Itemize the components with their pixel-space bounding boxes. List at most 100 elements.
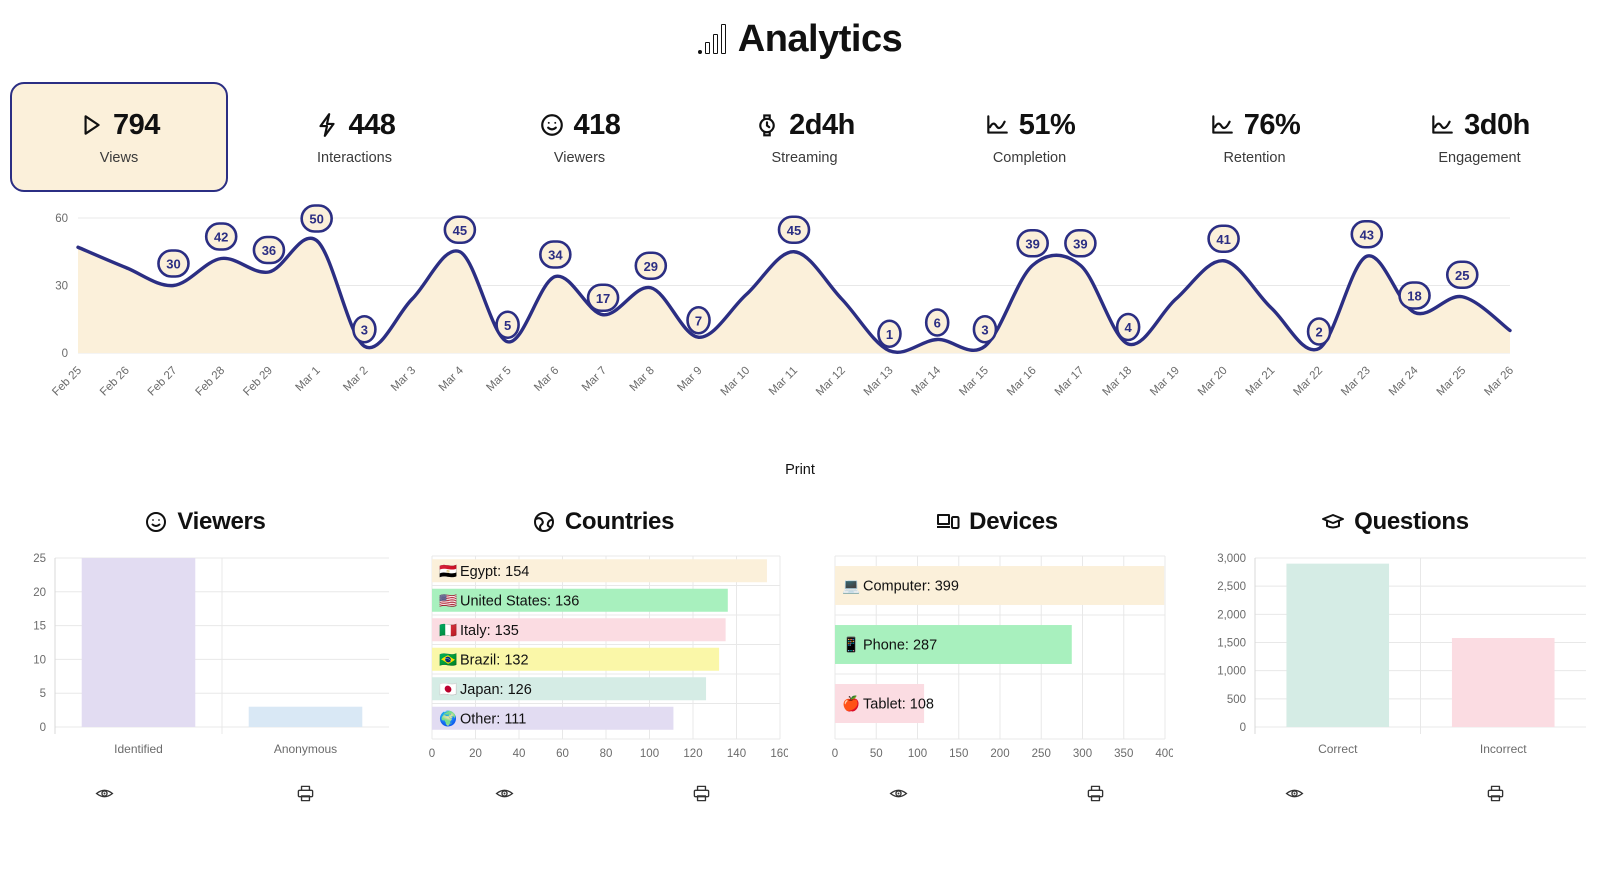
countries-footer — [406, 784, 800, 803]
data-point-label: 18 — [1398, 281, 1431, 310]
devices-print-button[interactable] — [997, 784, 1194, 803]
bar-value-label: Egypt: 154 — [460, 564, 529, 580]
x-tick-label: Mar 5 — [484, 365, 513, 394]
x-tick-label: Feb 25 — [50, 365, 84, 399]
stats-row: 794 Views 448 Interactions 418 Viewers 2… — [0, 82, 1600, 192]
country-flag-icon: 🇯🇵 — [439, 681, 457, 698]
country-flag-icon: 🇪🇬 — [439, 563, 457, 580]
data-point-label: 34 — [539, 240, 572, 269]
panel-title-countries: Countries — [532, 508, 674, 536]
data-point-label: 45 — [443, 215, 477, 245]
panel-questions: Questions 0 500 1,000 1,500 2,000 2,500 3,000 C… — [1194, 508, 1596, 808]
bar-value-label: United States: 136 — [460, 593, 579, 609]
bar-chart-icon — [697, 24, 726, 54]
x-tick-label: 40 — [513, 748, 526, 760]
eye-icon — [495, 789, 514, 798]
bar[interactable] — [1452, 637, 1556, 727]
y-tick-label: 20 — [33, 587, 46, 599]
y-tick-label: 2,500 — [1218, 581, 1247, 593]
stat-card-streaming[interactable]: 2d4h Streaming — [692, 82, 917, 192]
x-tick-label: 350 — [1114, 748, 1133, 760]
x-tick-label: Feb 26 — [98, 365, 132, 399]
panel-title-viewers: Viewers — [144, 508, 266, 536]
questions-preview-button[interactable] — [1194, 784, 1395, 803]
x-tick-label: Mar 24 — [1387, 364, 1421, 398]
data-point-value: 50 — [309, 212, 323, 227]
stat-label: Completion — [992, 149, 1067, 166]
x-tick-label: 80 — [600, 748, 613, 760]
data-point-value: 29 — [644, 259, 658, 274]
stat-value: 3d0h — [1464, 108, 1530, 141]
stat-card-viewers[interactable]: 418 Viewers — [467, 82, 692, 192]
countries-print-button[interactable] — [603, 784, 800, 803]
y-tick-label: 10 — [33, 654, 46, 666]
x-tick-label: 100 — [640, 748, 659, 760]
smiley-icon — [540, 114, 563, 136]
line-chart-icon — [1432, 115, 1453, 134]
stat-card-views[interactable]: 794 Views — [10, 82, 228, 192]
viewers-preview-button[interactable] — [4, 784, 205, 803]
eye-icon — [1285, 789, 1304, 798]
watch-icon — [759, 114, 775, 137]
x-category-label: Identified — [114, 742, 163, 756]
questions-print-button[interactable] — [1395, 784, 1596, 803]
data-point-label: 5 — [495, 310, 520, 340]
devices-icon — [937, 514, 960, 529]
country-flag-icon: 🌍 — [439, 709, 457, 727]
x-tick-label: 120 — [683, 748, 702, 760]
stat-value-wrap: 448 — [314, 109, 396, 142]
country-flag-icon: 🇮🇹 — [439, 622, 457, 639]
countries-preview-button[interactable] — [406, 784, 603, 803]
viewers-chart-svg: 0 5 10 15 20 25 Identified Anonymous — [33, 553, 389, 756]
stat-card-interactions[interactable]: 448 Interactions — [242, 82, 467, 192]
stat-label: Engagement — [1438, 149, 1521, 166]
x-tick-label: Mar 8 — [628, 365, 657, 394]
views-timeline-chart: 0 30 60 Feb 25 Feb 26 Feb 27 Feb 28 Feb 29 Mar 1… — [0, 198, 1600, 458]
questions-footer — [1194, 784, 1596, 803]
devices-chart-svg: 0 50 100 150 200 250 300 350 400 💻 Computer: 399 📱 P… — [832, 555, 1175, 760]
x-tick-label: Mar 13 — [862, 365, 896, 399]
stat-value: 51% — [1018, 108, 1076, 141]
stat-value-wrap: 3d0h — [1429, 109, 1530, 142]
x-tick-label: Mar 21 — [1244, 365, 1278, 399]
panels-row: Viewers 0 5 10 15 20 25 Identified Anonymous — [0, 508, 1600, 808]
y-tick-label: 5 — [40, 688, 46, 700]
x-category-label: Correct — [1319, 742, 1359, 756]
data-point-value: 39 — [1073, 236, 1087, 251]
data-point-value: 3 — [981, 322, 988, 337]
page-title-text: Analytics — [737, 17, 903, 60]
x-tick-label: 60 — [556, 748, 569, 760]
viewers-print-button[interactable] — [205, 784, 406, 803]
bar[interactable] — [1286, 563, 1390, 727]
x-tick-label: 250 — [1032, 748, 1051, 760]
panel-title-text: Questions — [1354, 508, 1469, 535]
data-point-label: 43 — [1350, 219, 1384, 249]
x-category-label: Anonymous — [274, 742, 337, 756]
data-point-value: 17 — [596, 291, 610, 306]
data-point-label: 2 — [1306, 317, 1332, 346]
stat-value-wrap: 2d4h — [754, 109, 855, 142]
panel-title-devices: Devices — [936, 508, 1058, 536]
stat-card-completion[interactable]: 51% Completion — [917, 82, 1142, 192]
devices-preview-button[interactable] — [800, 784, 997, 803]
x-tick-label: 100 — [908, 748, 927, 760]
line-chart-icon — [986, 115, 1008, 134]
stat-card-retention[interactable]: 76% Retention — [1142, 82, 1367, 192]
printer-icon — [297, 785, 314, 802]
x-tick-label: Mar 4 — [437, 364, 467, 394]
bar[interactable] — [81, 558, 196, 727]
panel-viewers: Viewers 0 5 10 15 20 25 Identified Anonymous — [4, 508, 406, 808]
x-tick-label: 400 — [1155, 748, 1173, 760]
graduation-icon — [1322, 514, 1345, 529]
questions-chart-body: 0 500 1,000 1,500 2,000 2,500 3,000 Correct Inco… — [1197, 550, 1592, 770]
bolt-icon — [318, 113, 335, 137]
y-tick-label: 1,000 — [1218, 666, 1247, 678]
eye-icon — [95, 789, 114, 798]
bar[interactable] — [248, 706, 363, 727]
x-tick-label: Mar 19 — [1148, 365, 1182, 399]
x-tick-label: Feb 28 — [194, 365, 228, 399]
stat-card-engagement[interactable]: 3d0h Engagement — [1367, 82, 1592, 192]
stat-value-wrap: 418 — [539, 109, 621, 142]
data-point-value: 25 — [1455, 268, 1469, 283]
x-tick-label: Mar 12 — [814, 365, 848, 399]
